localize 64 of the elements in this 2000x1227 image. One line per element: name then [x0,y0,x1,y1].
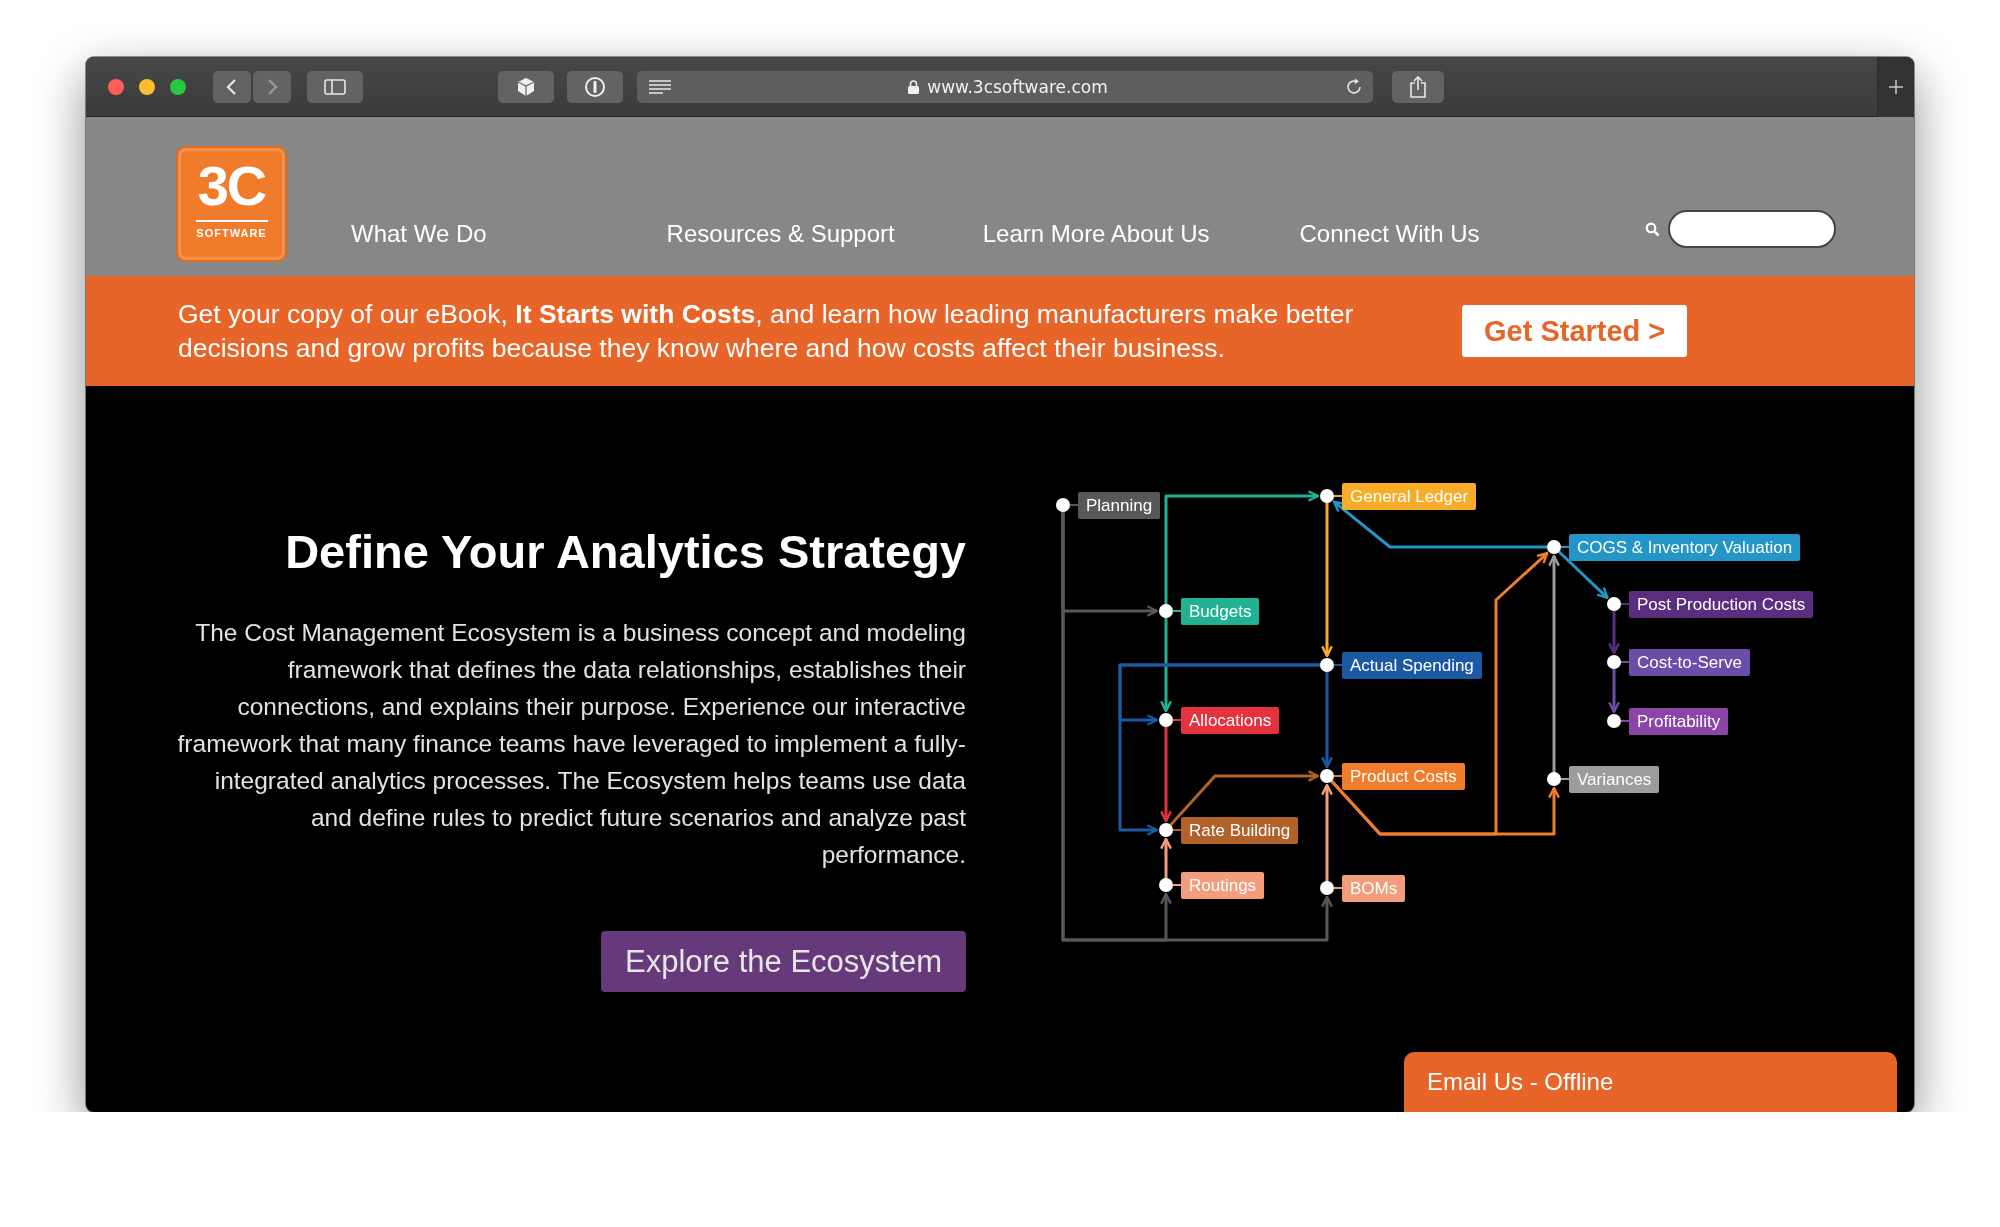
nav-link[interactable]: Learn More About Us [982,220,1210,248]
share-button[interactable] [1392,70,1444,103]
logo[interactable]: 3C SOFTWARE [178,148,285,260]
node-dot [1159,823,1173,837]
node-dot [1320,881,1334,895]
node-label[interactable]: Budgets [1181,597,1260,625]
nav-link[interactable]: Connect With Us [1299,220,1480,248]
explore-button[interactable]: Explore the Ecosystem [600,931,966,992]
node-dot [1159,604,1173,618]
node-label[interactable]: General Ledger [1342,482,1477,510]
node-dot [1320,489,1334,503]
node-dot [1607,597,1621,611]
node-dot [1547,540,1561,554]
search-icon [1645,221,1660,237]
node-label[interactable]: Product Costs [1342,762,1465,790]
promo-text: Get your copy of our eBook, It Starts with Costs, and learn how leading manufacturers make better decisions and grow profits because they know where and how costs affect their business. [178,298,1355,365]
address-bar[interactable]: www.3csoftware.com [637,70,1373,103]
node-label[interactable]: BOMs [1342,874,1406,902]
close-button[interactable] [108,78,124,95]
hero-title: Define Your Analytics Strategy [285,524,966,580]
node-label[interactable]: Actual Spending [1342,651,1482,679]
node-label[interactable]: Routings [1181,871,1265,899]
get-started-button[interactable]: Get Started > [1462,305,1688,357]
logo-mark: 3C [197,158,266,214]
forward-button[interactable] [253,70,291,103]
search-field[interactable] [1668,210,1836,248]
node-dot [1159,713,1173,727]
url-text: www.3csoftware.com [927,76,1108,97]
minimize-button[interactable] [139,78,155,95]
node-label[interactable]: Planning [1078,491,1161,519]
node-dot [1320,769,1334,783]
node-dot [1607,655,1621,669]
node-dot [1607,714,1621,728]
node-label[interactable]: Cost-to-Serve [1629,648,1750,676]
chevron-left-icon [225,76,239,97]
new-tab-button[interactable] [1877,57,1914,117]
node-label[interactable]: Rate Building [1181,816,1299,844]
node-label[interactable]: Allocations [1181,706,1280,734]
chevron-right-icon [265,76,279,97]
logo-subtitle: SOFTWARE [196,227,267,239]
reader-icon[interactable] [649,79,671,94]
sidebar-button[interactable] [307,70,363,103]
nav-link[interactable]: What We Do [351,220,487,248]
node-label[interactable]: Variances [1569,765,1660,793]
email-us-tab[interactable]: Email Us - Offline [1404,1052,1897,1112]
hero-paragraph: The Cost Management Ecosystem is a business concept and modeling framework that defines the data relationships, establishes their connections, and explains their purpose. Experience our interactive framework that many finance teams have leveraged to implement a fully-integrated analytics processes. The Ecosystem helps teams use data and define rules to predict future scenarios and analyze past performance. [176,618,966,870]
cube-extension-button[interactable] [498,70,554,103]
nav-link[interactable]: Resources & Support [666,220,895,248]
node-dot [1547,772,1561,786]
node-dot [1159,878,1173,892]
plus-icon [1888,78,1904,95]
node-label[interactable]: COGS & Inventory Valuation [1569,533,1801,561]
zoom-button[interactable] [170,78,186,95]
lock-icon [908,79,920,94]
password-extension-button[interactable] [567,70,623,103]
share-icon [1409,75,1427,98]
back-button[interactable] [213,70,251,103]
node-dot [1056,498,1070,512]
node-label[interactable]: Post Production Costs [1629,590,1814,618]
cube-icon [516,76,536,97]
node-dot [1320,658,1334,672]
sidebar-icon [324,78,346,95]
reload-icon[interactable] [1345,77,1363,96]
node-label[interactable]: Profitability [1629,707,1729,735]
